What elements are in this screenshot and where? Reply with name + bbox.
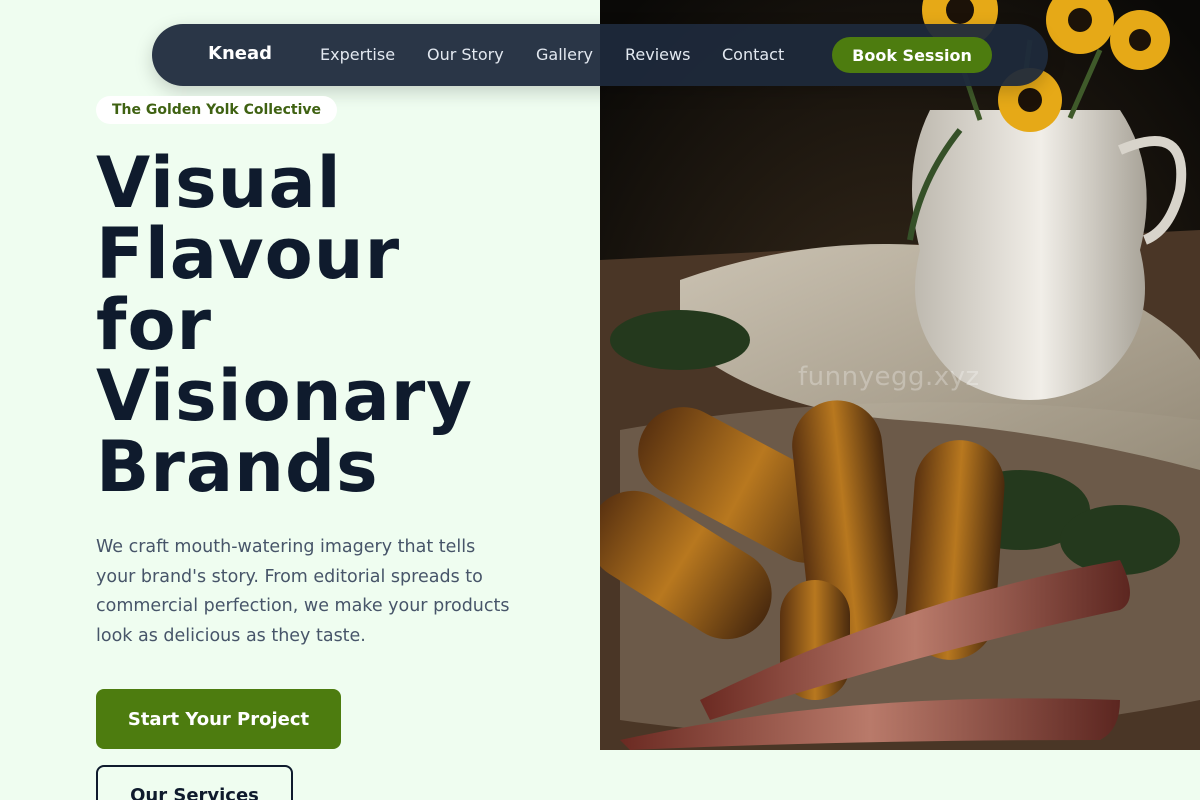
- collective-tag-badge: The Golden Yolk Collective: [96, 96, 338, 124]
- nav-link-reviews[interactable]: Reviews: [625, 45, 690, 64]
- headline-line: for: [96, 284, 213, 366]
- photo-watermark: funnyegg.xyz: [798, 362, 980, 392]
- brand-logo-text[interactable]: Knead: [208, 43, 272, 64]
- our-services-button[interactable]: Our Services: [96, 765, 293, 800]
- hero-description: We craft mouth-watering imagery that tel…: [96, 537, 510, 646]
- nav-link-expertise[interactable]: Expertise: [320, 45, 395, 64]
- headline-line: Flavour: [96, 213, 401, 295]
- headline-line: Visual: [96, 142, 342, 224]
- nav-link-gallery[interactable]: Gallery: [536, 45, 593, 64]
- nav-link-our-story[interactable]: Our Story: [427, 45, 504, 64]
- start-project-button[interactable]: Start Your Project: [96, 689, 341, 749]
- headline-line: Visionary: [96, 355, 473, 437]
- hero-headline: Visual Flavour for Visionary Brands: [96, 148, 566, 503]
- headline-line: Brands: [96, 426, 379, 508]
- top-navigation: Knead Expertise Our Story Gallery Review…: [152, 24, 1048, 86]
- book-session-button[interactable]: Book Session: [832, 37, 992, 73]
- nav-link-contact[interactable]: Contact: [722, 45, 784, 64]
